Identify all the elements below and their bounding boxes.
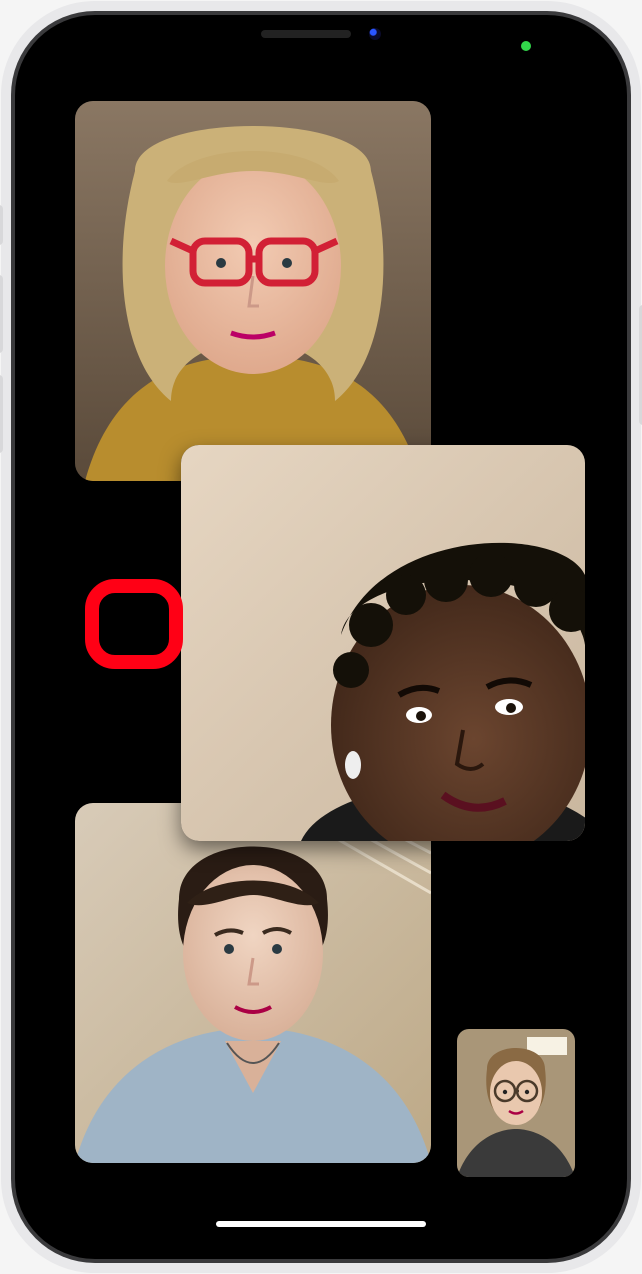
notch <box>181 15 461 53</box>
annotation-highlight-box <box>85 579 183 669</box>
screen[interactable] <box>33 33 609 1241</box>
mute-switch <box>0 205 3 245</box>
home-indicator[interactable] <box>216 1221 426 1227</box>
volume-up-button <box>0 275 3 353</box>
earpiece-speaker <box>261 30 351 38</box>
participant-tile-1[interactable] <box>75 101 431 481</box>
participant-tile-2[interactable] <box>181 445 585 841</box>
participant-tile-3[interactable] <box>75 803 431 1163</box>
camera-in-use-indicator <box>521 41 531 51</box>
self-view-tile[interactable] <box>457 1029 575 1177</box>
iphone-frame <box>15 15 627 1259</box>
front-camera <box>369 28 381 40</box>
volume-down-button <box>0 375 3 453</box>
